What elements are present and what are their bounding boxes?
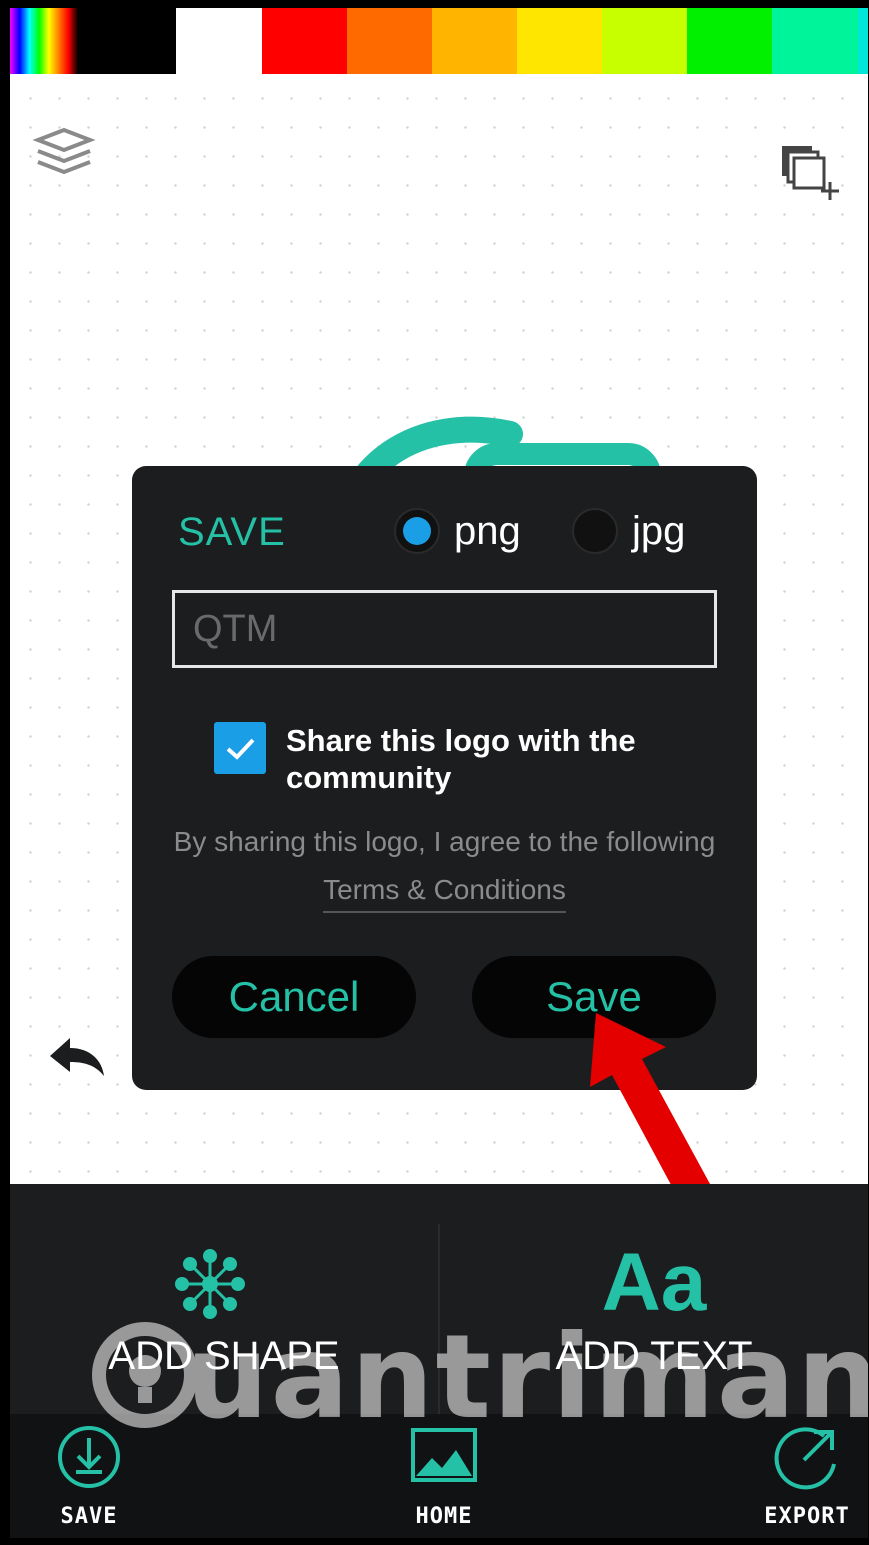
format-option-png[interactable]: png	[394, 504, 521, 558]
color-swatch-mint[interactable]	[772, 8, 858, 74]
nav-save[interactable]: SAVE	[44, 1414, 134, 1538]
bottom-navigation: SAVE HOME EXPORT	[10, 1414, 868, 1538]
color-swatch-cyan[interactable]	[858, 8, 868, 74]
app-screen: SAVE png jpg Share this logo with the co…	[10, 8, 868, 1538]
color-swatch-black[interactable]	[90, 8, 176, 74]
checkmark-icon	[226, 738, 255, 760]
export-arrow-icon	[774, 1427, 836, 1490]
color-swatch-yellow[interactable]	[517, 8, 602, 74]
color-swatch-red[interactable]	[262, 8, 347, 74]
nav-home[interactable]: HOME	[394, 1414, 494, 1538]
image-icon	[411, 1428, 477, 1482]
add-text-label: ADD TEXT	[555, 1334, 753, 1378]
add-shape-label: ADD SHAPE	[108, 1334, 340, 1378]
save-dialog: SAVE png jpg Share this logo with the co…	[132, 466, 757, 1090]
color-swatch-lime[interactable]	[602, 8, 687, 74]
radio-selected-icon[interactable]	[394, 508, 440, 554]
add-tools-panel: ADD SHAPE Aa ADD TEXT	[10, 1184, 868, 1414]
radio-unselected-icon[interactable]	[572, 508, 618, 554]
download-circle-icon	[58, 1426, 120, 1488]
nav-export-label: EXPORT	[764, 1504, 850, 1529]
color-swatch-rainbow[interactable]	[10, 8, 90, 74]
add-shape-button[interactable]: ADD SHAPE	[10, 1184, 438, 1414]
undo-icon[interactable]	[46, 1032, 108, 1084]
dialog-title: SAVE	[178, 510, 286, 554]
color-swatch-amber[interactable]	[432, 8, 517, 74]
color-swatch-white[interactable]	[176, 8, 262, 74]
share-checkbox[interactable]	[214, 722, 266, 774]
nav-export[interactable]: EXPORT	[746, 1414, 868, 1538]
format-option-jpg[interactable]: jpg	[572, 504, 685, 558]
share-label: Share this logo with the community	[286, 723, 636, 795]
terms-prefix: By sharing this logo, I agree to the fol…	[173, 826, 716, 857]
color-swatch-orange[interactable]	[347, 8, 432, 74]
layers-icon[interactable]	[32, 124, 96, 180]
logo-name-input[interactable]	[172, 590, 717, 668]
terms-text: By sharing this logo, I agree to the fol…	[172, 818, 717, 914]
terms-link[interactable]: Terms & Conditions	[323, 874, 566, 913]
format-label-jpg: jpg	[632, 508, 686, 553]
color-palette	[10, 8, 868, 74]
add-text-button[interactable]: Aa ADD TEXT	[440, 1184, 868, 1414]
duplicate-icon[interactable]	[780, 144, 840, 204]
shape-flower-icon	[175, 1249, 245, 1319]
share-checkbox-row[interactable]: Share this logo with the community	[214, 722, 666, 796]
format-label-png: png	[454, 508, 521, 553]
text-aa-icon: Aa	[601, 1237, 707, 1328]
color-swatch-green[interactable]	[687, 8, 772, 74]
nav-home-label: HOME	[415, 1504, 473, 1529]
cancel-button[interactable]: Cancel	[172, 956, 416, 1038]
nav-save-label: SAVE	[60, 1504, 118, 1529]
